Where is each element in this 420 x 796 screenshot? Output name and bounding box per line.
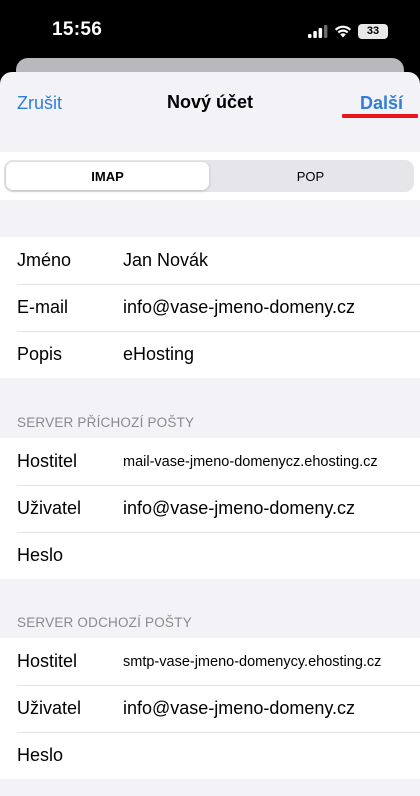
outgoing-user-field[interactable]: info@vase-jmeno-domeny.cz bbox=[123, 698, 408, 719]
status-time: 15:56 bbox=[52, 19, 103, 40]
navigation-bar: Zrušit Nový účet Další bbox=[0, 72, 420, 142]
outgoing-server-group: Hostitel smtp-vase-jmeno-domenycy.ehosti… bbox=[0, 638, 420, 779]
incoming-user-field[interactable]: info@vase-jmeno-domeny.cz bbox=[123, 498, 408, 519]
description-field[interactable]: eHosting bbox=[123, 344, 408, 365]
outgoing-user-row[interactable]: Uživatel info@vase-jmeno-domeny.cz bbox=[0, 685, 420, 732]
protocol-selector-container: IMAP POP bbox=[0, 152, 420, 200]
incoming-password-label: Heslo bbox=[17, 545, 64, 565]
name-label: Jméno bbox=[17, 250, 72, 270]
status-icons: 33 bbox=[308, 22, 388, 40]
outgoing-host-field[interactable]: smtp-vase-jmeno-domenycy.ehosting.cz bbox=[123, 654, 408, 670]
page-title: Nový účet bbox=[166, 92, 254, 112]
protocol-segmented-control: IMAP POP bbox=[4, 160, 414, 192]
account-group: Jméno Jan Novák E-mail info@vase-jmeno-d… bbox=[0, 237, 420, 378]
incoming-user-label: Uživatel bbox=[17, 498, 82, 518]
outgoing-password-label: Heslo bbox=[17, 745, 64, 765]
description-row[interactable]: Popis eHosting bbox=[0, 331, 420, 378]
wifi-icon bbox=[334, 25, 352, 37]
email-field[interactable]: info@vase-jmeno-domeny.cz bbox=[123, 297, 408, 318]
status-bar: 15:56 33 bbox=[0, 0, 420, 62]
outgoing-password-row[interactable]: Heslo bbox=[0, 732, 420, 779]
outgoing-user-label: Uživatel bbox=[17, 698, 82, 718]
email-label: E-mail bbox=[17, 297, 69, 317]
incoming-host-field[interactable]: mail-vase-jmeno-domenycz.ehosting.cz bbox=[123, 454, 408, 470]
incoming-server-header: SERVER PŘÍCHOZÍ POŠTY bbox=[17, 415, 195, 430]
incoming-user-row[interactable]: Uživatel info@vase-jmeno-domeny.cz bbox=[0, 485, 420, 532]
cellular-signal-icon bbox=[308, 24, 328, 38]
email-row[interactable]: E-mail info@vase-jmeno-domeny.cz bbox=[0, 284, 420, 331]
highlight-underline bbox=[342, 114, 418, 118]
description-label: Popis bbox=[17, 344, 63, 364]
incoming-host-label: Hostitel bbox=[17, 451, 78, 471]
incoming-server-group: Hostitel mail-vase-jmeno-domenycz.ehosti… bbox=[0, 438, 420, 579]
new-account-sheet: Zrušit Nový účet Další IMAP POP Jméno Ja… bbox=[0, 72, 420, 796]
segment-pop[interactable]: POP bbox=[209, 162, 412, 190]
incoming-password-row[interactable]: Heslo bbox=[0, 532, 420, 579]
segment-imap[interactable]: IMAP bbox=[6, 162, 209, 190]
name-field[interactable]: Jan Novák bbox=[123, 250, 408, 271]
name-row[interactable]: Jméno Jan Novák bbox=[0, 237, 420, 284]
battery-indicator: 33 bbox=[358, 23, 388, 39]
outgoing-host-label: Hostitel bbox=[17, 651, 78, 671]
incoming-host-row[interactable]: Hostitel mail-vase-jmeno-domenycz.ehosti… bbox=[0, 438, 420, 485]
outgoing-server-header: SERVER ODCHOZÍ POŠTY bbox=[17, 615, 192, 630]
outgoing-host-row[interactable]: Hostitel smtp-vase-jmeno-domenycy.ehosti… bbox=[0, 638, 420, 685]
next-button[interactable]: Další bbox=[360, 93, 403, 114]
